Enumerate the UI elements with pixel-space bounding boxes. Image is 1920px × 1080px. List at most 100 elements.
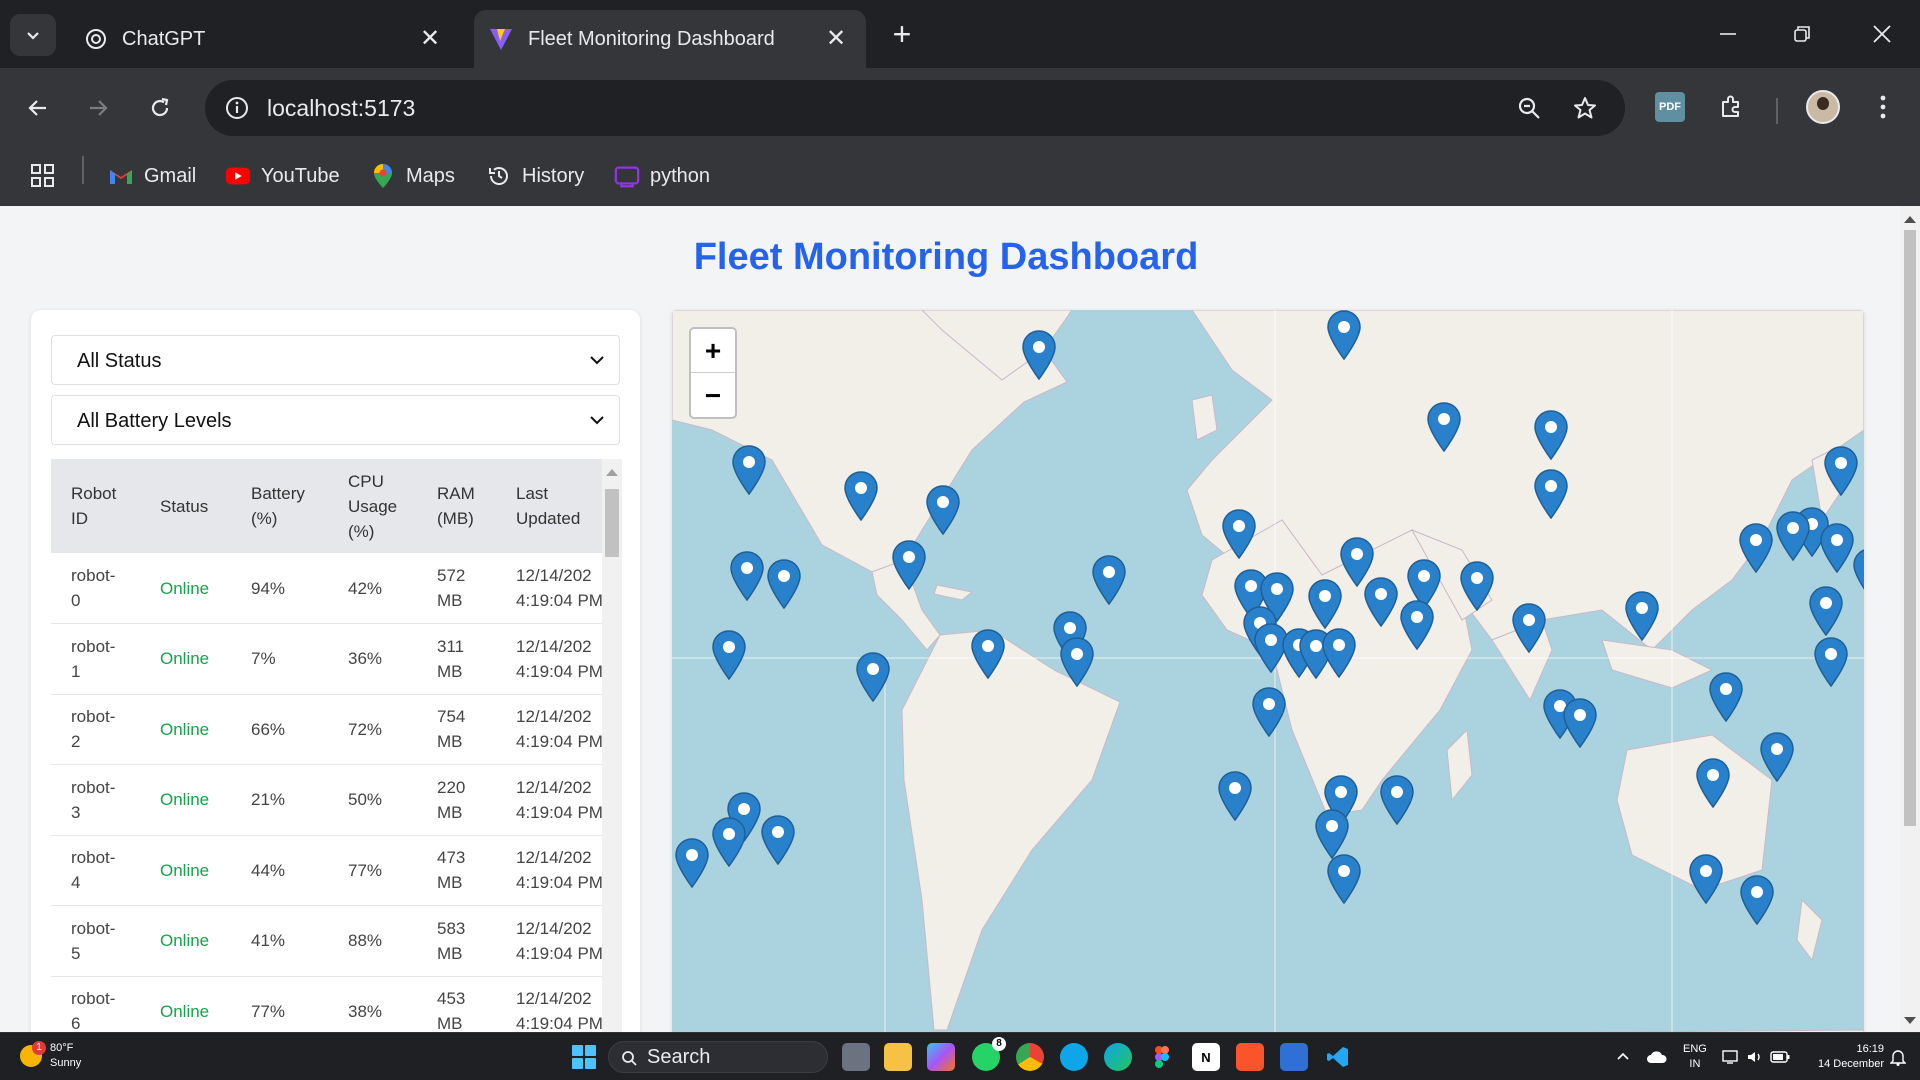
battery-icon[interactable] — [1770, 1033, 1790, 1080]
close-icon[interactable]: ✕ — [822, 24, 850, 52]
robot-marker-pin-icon[interactable] — [1853, 548, 1864, 598]
robot-marker-pin-icon[interactable] — [1809, 586, 1843, 637]
menu-kebab-icon[interactable] — [1864, 88, 1902, 126]
scroll-down-arrow-icon[interactable] — [1904, 1017, 1916, 1024]
robot-marker-pin-icon[interactable] — [1218, 771, 1252, 822]
robot-marker-pin-icon[interactable] — [1364, 577, 1398, 628]
column-header-status[interactable]: Status — [140, 459, 231, 553]
table-row[interactable]: robot- 0 Online 94% 42% 572 MB 12/14/202 4:… — [51, 553, 620, 624]
robot-marker-pin-icon[interactable] — [1327, 854, 1361, 905]
page-scrollbar[interactable] — [1900, 206, 1920, 1032]
brave-icon[interactable] — [1236, 1043, 1264, 1071]
weather-widget[interactable]: 1 80°F Sunny — [20, 1041, 81, 1071]
column-header-battery[interactable]: Battery (%) — [231, 459, 328, 553]
language-indicator[interactable]: ENG IN — [1683, 1033, 1707, 1080]
robot-marker-pin-icon[interactable] — [1327, 310, 1361, 361]
status-filter-select[interactable]: All Status — [51, 335, 620, 385]
robot-marker-pin-icon[interactable] — [1824, 446, 1858, 497]
robot-marker-pin-icon[interactable] — [892, 540, 926, 591]
file-explorer-icon[interactable] — [884, 1043, 912, 1071]
bookmark-maps[interactable]: Maps — [370, 160, 455, 192]
onedrive-cloud-icon[interactable] — [1646, 1033, 1668, 1080]
forward-button[interactable] — [78, 88, 118, 128]
vscode-icon[interactable] — [1324, 1043, 1352, 1071]
edge-icon[interactable] — [1104, 1043, 1132, 1071]
tab-search-button[interactable] — [10, 14, 56, 56]
robot-marker-pin-icon[interactable] — [971, 629, 1005, 680]
close-window-button[interactable] — [1860, 14, 1904, 54]
taskbar-search[interactable]: Search — [608, 1041, 828, 1073]
copilot-icon[interactable] — [927, 1043, 955, 1071]
robot-marker-pin-icon[interactable] — [712, 630, 746, 681]
notepad-icon[interactable] — [1280, 1043, 1308, 1071]
robot-marker-pin-icon[interactable] — [1460, 561, 1494, 612]
zoom-icon[interactable] — [1511, 90, 1547, 126]
robot-marker-pin-icon[interactable] — [761, 815, 795, 866]
zoom-in-button[interactable]: + — [691, 329, 735, 373]
robot-marker-pin-icon[interactable] — [1400, 600, 1434, 651]
column-header-robot-id[interactable]: Robot ID — [51, 459, 140, 553]
bookmark-star-icon[interactable] — [1567, 90, 1603, 126]
robot-marker-pin-icon[interactable] — [926, 485, 960, 536]
reload-button[interactable] — [140, 88, 180, 128]
fleet-map[interactable]: + − — [672, 310, 1864, 1032]
chrome-icon[interactable] — [1016, 1043, 1044, 1071]
robot-marker-pin-icon[interactable] — [1060, 637, 1094, 688]
notifications-bell-icon[interactable] — [1890, 1033, 1906, 1080]
figma-icon[interactable] — [1148, 1043, 1176, 1071]
page-scrollbar-thumb[interactable] — [1904, 230, 1916, 826]
robot-marker-pin-icon[interactable] — [1776, 511, 1810, 562]
robot-marker-pin-icon[interactable] — [730, 551, 764, 602]
robot-marker-pin-icon[interactable] — [1820, 523, 1854, 574]
start-button[interactable] — [572, 1045, 596, 1069]
bookmark-history[interactable]: History — [486, 160, 584, 192]
tab-fleet-dashboard[interactable]: Fleet Monitoring Dashboard ✕ — [474, 10, 866, 68]
network-icon[interactable] — [1722, 1033, 1740, 1080]
robot-marker-pin-icon[interactable] — [732, 445, 766, 496]
site-info-icon[interactable] — [219, 90, 255, 126]
table-row[interactable]: robot- 5 Online 41% 88% 583 MB 12/14/202 4:… — [51, 905, 620, 977]
robot-marker-pin-icon[interactable] — [1739, 523, 1773, 574]
robot-marker-pin-icon[interactable] — [1252, 687, 1286, 738]
address-bar[interactable]: localhost:5173 — [205, 80, 1625, 136]
pdf-extension-icon[interactable]: PDF — [1655, 92, 1685, 122]
robot-marker-pin-icon[interactable] — [1625, 591, 1659, 642]
robot-marker-pin-icon[interactable] — [1709, 672, 1743, 723]
column-header-cpu[interactable]: CPU Usage (%) — [328, 459, 417, 553]
robot-marker-pin-icon[interactable] — [1534, 469, 1568, 520]
minimize-button[interactable] — [1706, 14, 1750, 54]
bookmark-gmail[interactable]: Gmail — [108, 160, 196, 192]
robot-marker-pin-icon[interactable] — [1427, 402, 1461, 453]
robot-marker-pin-icon[interactable] — [1092, 555, 1126, 606]
globe-app-icon[interactable] — [1060, 1043, 1088, 1071]
robot-table-container[interactable]: Robot ID Status Battery (%) CPU Usage (%) RA… — [51, 459, 620, 1032]
robot-marker-pin-icon[interactable] — [1380, 775, 1414, 826]
robot-marker-pin-icon[interactable] — [1308, 579, 1342, 630]
robot-marker-pin-icon[interactable] — [1696, 758, 1730, 809]
battery-filter-select[interactable]: All Battery Levels — [51, 395, 620, 445]
robot-marker-pin-icon[interactable] — [1534, 410, 1568, 461]
scroll-up-arrow-icon[interactable] — [606, 469, 618, 476]
tab-chatgpt[interactable]: ChatGPT ✕ — [70, 10, 460, 68]
clock[interactable]: 16:19 14 December — [1804, 1033, 1884, 1080]
robot-marker-pin-icon[interactable] — [712, 817, 746, 868]
new-tab-button[interactable]: + — [884, 16, 920, 52]
close-icon[interactable]: ✕ — [416, 24, 444, 52]
task-view-icon[interactable] — [842, 1043, 870, 1071]
bookmark-python[interactable]: python — [614, 160, 710, 192]
table-row[interactable]: robot- 1 Online 7% 36% 311 MB 12/14/202 4:1… — [51, 623, 620, 695]
apps-button[interactable] — [30, 160, 56, 192]
column-header-ram[interactable]: RAM (MB) — [417, 459, 496, 553]
robot-marker-pin-icon[interactable] — [1512, 603, 1546, 654]
tray-overflow-chevron-icon[interactable] — [1616, 1033, 1630, 1080]
robot-marker-pin-icon[interactable] — [1022, 330, 1056, 381]
robot-marker-pin-icon[interactable] — [856, 652, 890, 703]
table-row[interactable]: robot- 2 Online 66% 72% 754 MB 12/14/202 4:… — [51, 694, 620, 765]
zoom-out-button[interactable]: − — [691, 374, 735, 418]
robot-marker-pin-icon[interactable] — [1315, 809, 1349, 860]
table-scrollbar-thumb[interactable] — [605, 489, 619, 557]
scroll-up-arrow-icon[interactable] — [1904, 216, 1916, 223]
volume-icon[interactable] — [1746, 1033, 1764, 1080]
robot-marker-pin-icon[interactable] — [1322, 628, 1356, 679]
back-button[interactable] — [18, 88, 58, 128]
